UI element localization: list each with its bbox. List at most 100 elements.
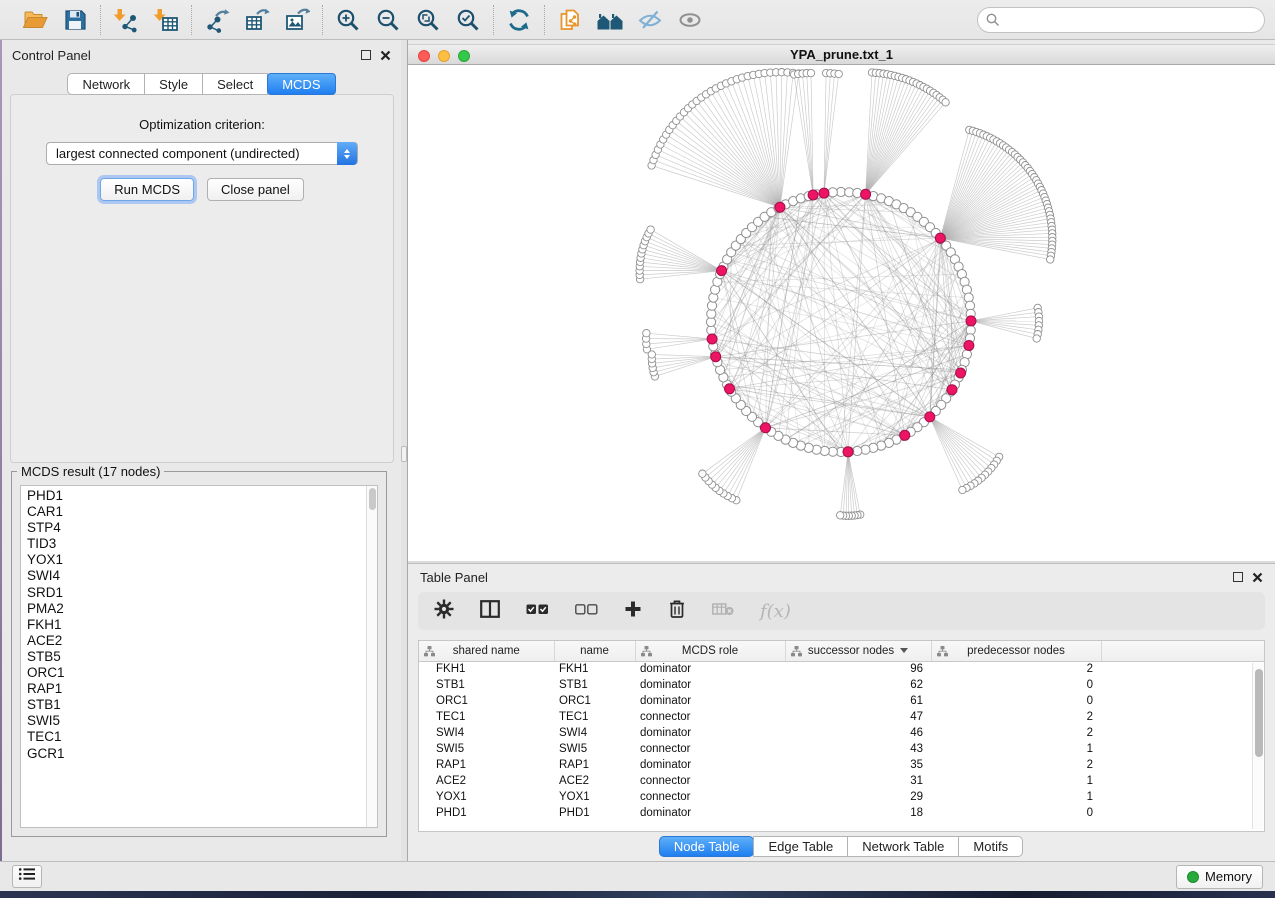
leaf-node[interactable] <box>807 69 814 76</box>
close-panel-icon[interactable] <box>380 50 391 61</box>
hub-node[interactable] <box>761 423 771 433</box>
leaf-node[interactable] <box>959 486 966 493</box>
export-network-button[interactable] <box>201 5 233 35</box>
leaf-node[interactable] <box>648 351 655 358</box>
mcds-result-item[interactable]: STB5 <box>27 649 377 665</box>
hub-node[interactable] <box>711 352 721 362</box>
add-column-button[interactable] <box>624 600 642 623</box>
import-table-button[interactable] <box>150 5 182 35</box>
table-row[interactable]: TEC1TEC1connector472 <box>419 709 1265 725</box>
zoom-selected-button[interactable] <box>452 5 484 35</box>
leaf-node[interactable] <box>1033 335 1040 342</box>
column-header-shared-name[interactable]: shared name <box>419 641 554 661</box>
select-all-button[interactable] <box>526 602 549 620</box>
table-row[interactable]: SWI5SWI5connector431 <box>419 741 1265 757</box>
split-table-button[interactable] <box>480 600 500 623</box>
zoom-window-icon[interactable] <box>458 50 470 62</box>
mcds-result-item[interactable]: GCR1 <box>27 746 377 762</box>
column-header-name[interactable]: name <box>554 641 635 661</box>
hub-node[interactable] <box>947 385 957 395</box>
mcds-result-item[interactable]: FKH1 <box>27 617 377 633</box>
run-mcds-button[interactable]: Run MCDS <box>100 178 194 201</box>
mcds-result-item[interactable]: SRD1 <box>27 585 377 601</box>
mcds-list-scrollbar[interactable] <box>366 486 377 827</box>
mcds-result-item[interactable]: PMA2 <box>27 601 377 617</box>
task-history-button[interactable] <box>12 865 42 888</box>
mcds-result-item[interactable]: ACE2 <box>27 633 377 649</box>
zoom-out-button[interactable] <box>372 5 404 35</box>
table-row[interactable]: ACE2ACE2connector311 <box>419 773 1265 789</box>
hub-node[interactable] <box>819 188 829 198</box>
hub-node[interactable] <box>775 202 785 212</box>
table-row[interactable]: STB1STB1dominator620 <box>419 677 1265 693</box>
mcds-result-item[interactable]: YOX1 <box>27 552 377 568</box>
mcds-result-item[interactable]: ORC1 <box>27 665 377 681</box>
mcds-result-item[interactable]: STP4 <box>27 520 377 536</box>
deselect-all-button[interactable] <box>575 602 598 620</box>
leaf-node[interactable] <box>647 226 654 233</box>
network-window-titlebar[interactable]: YPA_prune.txt_1 <box>408 44 1275 65</box>
column-header-MCDS-role[interactable]: MCDS role <box>635 641 785 661</box>
close-panel-button[interactable]: Close panel <box>207 178 304 201</box>
mcds-result-item[interactable]: TEC1 <box>27 729 377 745</box>
table-row[interactable]: YOX1YOX1connector291 <box>419 789 1265 805</box>
mcds-result-item[interactable]: RAP1 <box>27 681 377 697</box>
tab-edge-table[interactable]: Edge Table <box>753 836 848 857</box>
network-view[interactable] <box>408 65 1275 561</box>
zoom-fit-button[interactable] <box>412 5 444 35</box>
tab-style[interactable]: Style <box>144 73 203 95</box>
duplicate-network-button[interactable] <box>554 5 586 35</box>
tab-network[interactable]: Network <box>67 73 145 95</box>
mcds-result-item[interactable]: CAR1 <box>27 504 377 520</box>
mcds-result-item[interactable]: SWI5 <box>27 713 377 729</box>
optimization-criterion-select[interactable]: largest connected component (undirected) <box>46 142 358 165</box>
mcds-result-item[interactable]: PHD1 <box>27 488 377 504</box>
open-session-button[interactable] <box>19 5 51 35</box>
column-header-predecessor-nodes[interactable]: predecessor nodes <box>931 641 1101 661</box>
leaf-node[interactable] <box>1047 256 1054 263</box>
table-row[interactable]: SWI4SWI4dominator462 <box>419 725 1265 741</box>
houses-button[interactable] <box>594 5 626 35</box>
hub-node[interactable] <box>900 430 910 440</box>
mcds-result-item[interactable]: STB1 <box>27 697 377 713</box>
leaf-node[interactable] <box>837 512 844 519</box>
panel-splitter[interactable] <box>401 40 408 861</box>
table-row[interactable]: ORC1ORC1dominator610 <box>419 693 1265 709</box>
hub-node[interactable] <box>861 189 871 199</box>
hub-node[interactable] <box>966 316 976 326</box>
memory-button[interactable]: Memory <box>1176 865 1263 889</box>
search-input[interactable] <box>977 7 1265 33</box>
delete-column-button[interactable] <box>668 599 686 624</box>
column-header-successor-nodes[interactable]: successor nodes <box>785 641 931 661</box>
minimize-window-icon[interactable] <box>438 50 450 62</box>
hub-node[interactable] <box>808 190 818 200</box>
ring-node[interactable] <box>828 188 837 197</box>
hub-node[interactable] <box>707 334 717 344</box>
tab-network-table[interactable]: Network Table <box>847 836 959 857</box>
tab-select[interactable]: Select <box>202 73 268 95</box>
hide-selected-button[interactable] <box>634 5 666 35</box>
leaf-node[interactable] <box>643 330 650 337</box>
splitter-grip[interactable] <box>401 446 407 462</box>
hub-node[interactable] <box>725 384 735 394</box>
float-table-panel-icon[interactable] <box>1233 572 1243 582</box>
leaf-node[interactable] <box>699 470 706 477</box>
export-image-button[interactable] <box>281 5 313 35</box>
leaf-node[interactable] <box>835 70 842 77</box>
import-network-button[interactable] <box>110 5 142 35</box>
zoom-in-button[interactable] <box>332 5 364 35</box>
tab-node-table[interactable]: Node Table <box>659 836 755 857</box>
export-table-button[interactable] <box>241 5 273 35</box>
close-table-panel-icon[interactable] <box>1252 572 1263 583</box>
close-window-icon[interactable] <box>418 50 430 62</box>
hub-node[interactable] <box>843 447 853 457</box>
tab-mcds[interactable]: MCDS <box>267 73 335 95</box>
table-settings-button[interactable] <box>434 599 454 624</box>
mcds-result-item[interactable]: TID3 <box>27 536 377 552</box>
table-row[interactable]: FKH1FKH1dominator962 <box>419 661 1265 677</box>
tab-motifs[interactable]: Motifs <box>958 836 1023 857</box>
leaf-node[interactable] <box>942 99 949 106</box>
table-scrollbar[interactable] <box>1252 663 1263 829</box>
table-row[interactable]: RAP1RAP1dominator352 <box>419 757 1265 773</box>
mcds-result-item[interactable]: SWI4 <box>27 568 377 584</box>
